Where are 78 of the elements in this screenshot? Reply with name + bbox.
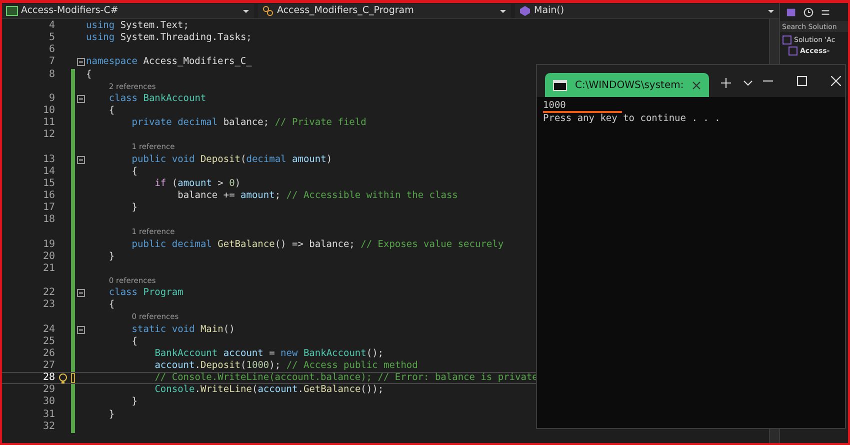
- code-line: {: [86, 68, 92, 81]
- code-line: using System.Text;: [86, 20, 189, 32]
- line-number: 11: [42, 117, 55, 130]
- chevron-down-icon[interactable]: [742, 79, 753, 87]
- code-line: {: [132, 166, 138, 178]
- line-number: 24: [42, 324, 55, 336]
- plus-icon[interactable]: [720, 78, 731, 88]
- line-number: 5: [48, 32, 55, 44]
- code-line: public decimal GetBalance() => balance; // Exposes value securely: [132, 238, 504, 251]
- code-line: static void Main(): [132, 324, 235, 336]
- navigation-dropdown[interactable]: Main(): [515, 4, 779, 18]
- collapse-icon[interactable]: [76, 326, 84, 334]
- code-line: if (amount > 0): [154, 178, 241, 190]
- line-number: 30: [42, 396, 55, 409]
- class-icon: [262, 4, 274, 16]
- code-line: BankAccount account = new BankAccount();: [154, 348, 384, 360]
- line-number: 8: [48, 68, 55, 81]
- line-number: 28: [42, 372, 55, 384]
- line-number: 17: [42, 202, 55, 214]
- code-line: class Program: [108, 287, 184, 300]
- code-line: balance += amount; // Accessible within the class: [178, 190, 458, 202]
- line-number: 27: [42, 360, 55, 372]
- collapse-icon[interactable]: [76, 58, 84, 66]
- terminal-tab[interactable]: C:\WINDOWS\system:: [545, 73, 709, 97]
- code-line: using System.Threading.Tasks;: [86, 32, 252, 44]
- code-line: namespace Access_Modifiers_C_: [86, 56, 252, 69]
- line-number: 4: [48, 20, 55, 32]
- code-line: {: [132, 336, 138, 348]
- code-line: // Console.WriteLine(account.balance); // Error: balance is private: [154, 372, 538, 384]
- code-line: {: [108, 299, 115, 312]
- code-line: }: [132, 396, 138, 409]
- console-output: 1000: [543, 100, 622, 113]
- line-number: 16: [42, 190, 55, 202]
- line-number: 21: [42, 262, 55, 275]
- line-number: 18: [42, 214, 55, 226]
- csharp-project-icon: [6, 4, 18, 16]
- collapse-icon[interactable]: [76, 289, 84, 298]
- code-line: {: [108, 104, 115, 118]
- code-line: account.Deposit(1000); // Access public method: [154, 360, 418, 372]
- line-number: 22: [42, 287, 55, 300]
- code-line: class BankAccount: [108, 92, 206, 105]
- line-number: 7: [48, 56, 55, 69]
- history-icon[interactable]: [803, 6, 814, 18]
- line-number: 23: [42, 299, 55, 312]
- line-number: 6: [48, 44, 55, 56]
- line-number: 20: [42, 250, 55, 263]
- line-number: 13: [42, 154, 55, 166]
- line-number: 15: [42, 178, 55, 190]
- line-number: 9: [48, 92, 55, 105]
- caret-icon: [767, 8, 775, 14]
- maximize-icon[interactable]: [796, 76, 807, 86]
- caret-icon: [499, 8, 507, 14]
- line-number: 31: [42, 408, 55, 421]
- navigation-dropdown[interactable]: Access_Modifiers_C_Program: [258, 4, 511, 18]
- code-line: public void Deposit(decimal amount): [132, 154, 332, 166]
- navigation-dropdown[interactable]: Access-Modifiers-C#: [2, 4, 254, 18]
- line-number: 19: [42, 238, 55, 251]
- code-line: Console.WriteLine(account.GetBalance());: [154, 384, 384, 396]
- console-output: Press any key to continue . . .: [543, 113, 720, 124]
- line-number: 25: [42, 336, 55, 348]
- method-icon: [519, 4, 531, 16]
- lightbulb-icon[interactable]: [58, 372, 68, 384]
- code-line: }: [108, 408, 115, 421]
- line-number: 12: [42, 129, 55, 142]
- code-line: }: [132, 202, 138, 214]
- close-icon[interactable]: [692, 80, 701, 90]
- code-line: private decimal balance; // Private field: [132, 117, 366, 130]
- line-number: 14: [42, 166, 55, 178]
- collapse-icon[interactable]: [76, 94, 84, 103]
- line-number: 32: [42, 420, 55, 433]
- terminal-icon: [553, 78, 567, 92]
- project-icon[interactable]: [786, 6, 797, 18]
- line-number: 29: [42, 384, 55, 396]
- caret-icon: [242, 8, 250, 14]
- code-line: }: [108, 250, 115, 263]
- line-number: 26: [42, 348, 55, 360]
- collapse-icon[interactable]: [76, 156, 84, 164]
- line-number: 10: [42, 104, 55, 118]
